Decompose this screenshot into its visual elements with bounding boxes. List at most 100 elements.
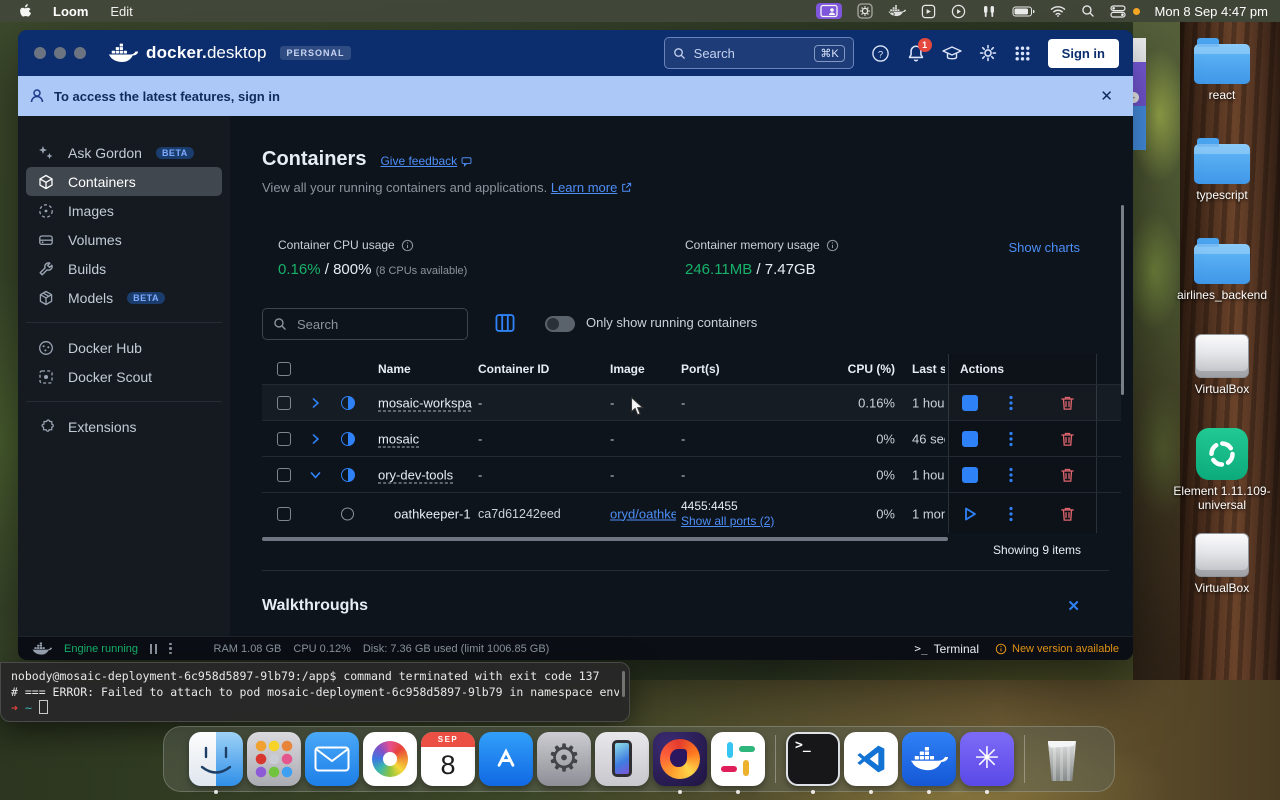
desktop-icon-virtualbox-1[interactable]: VirtualBox	[1162, 328, 1280, 396]
banner-close-icon[interactable]: ✕	[1100, 87, 1113, 105]
terminal-button[interactable]: >_ Terminal	[914, 642, 979, 656]
table-row-child[interactable]: oathkeeper-1 ca7d61242eed oryd/oathke 44…	[262, 492, 1121, 534]
global-search-input[interactable]	[691, 44, 809, 62]
apple-menu-icon[interactable]	[18, 3, 31, 19]
battery-icon[interactable]	[1012, 6, 1035, 17]
learning-center-button[interactable]	[941, 45, 962, 62]
sidebar-item-models[interactable]: Models BETA	[26, 283, 222, 312]
container-name-link[interactable]: ory-dev-tools	[378, 468, 453, 483]
desktop-icon-element[interactable]: Element 1.11.109-universal	[1162, 428, 1280, 513]
dock-firefox[interactable]	[653, 732, 707, 794]
zoom-window-button[interactable]	[74, 47, 86, 59]
stop-button[interactable]	[962, 431, 978, 447]
container-search[interactable]	[262, 308, 468, 340]
dock-trash[interactable]	[1035, 732, 1089, 786]
info-icon[interactable]	[401, 239, 414, 252]
wifi-icon[interactable]	[1050, 5, 1066, 17]
stop-button[interactable]	[962, 395, 978, 411]
expand-chevron-icon[interactable]	[309, 397, 322, 410]
container-name[interactable]: oathkeeper-1	[394, 506, 471, 521]
table-row[interactable]: mosaic - - - 0% 46 sec	[262, 420, 1121, 457]
delete-button[interactable]	[1060, 431, 1075, 447]
desktop-icon-typescript[interactable]: typescript	[1162, 136, 1280, 202]
global-search[interactable]: ⌘K	[663, 37, 854, 69]
terminal-scrollbar[interactable]	[622, 671, 625, 697]
container-name-link[interactable]: mosaic	[378, 432, 419, 447]
docker-menubar-icon[interactable]	[888, 4, 906, 18]
dock-vscode[interactable]	[844, 732, 898, 794]
active-app-name[interactable]: Loom	[53, 4, 88, 19]
expand-chevron-icon[interactable]	[309, 433, 322, 446]
show-charts-link[interactable]: Show charts	[1008, 240, 1080, 255]
engine-status[interactable]: Engine running	[64, 643, 138, 655]
airpods-icon[interactable]	[981, 5, 997, 18]
sidebar-item-ask-gordon[interactable]: Ask Gordon BETA	[26, 138, 222, 167]
container-search-input[interactable]	[295, 315, 457, 333]
terminal-window[interactable]: nobody@mosaic-deployment-6c958d5897-9lb7…	[0, 662, 630, 722]
desktop-icon-react[interactable]: react	[1162, 36, 1280, 102]
row-checkbox[interactable]	[277, 396, 291, 410]
dock-calendar[interactable]: SEP 8	[421, 732, 475, 786]
menu-item-edit[interactable]: Edit	[110, 4, 132, 19]
dock-photos[interactable]	[363, 732, 417, 786]
sign-in-button[interactable]: Sign in	[1047, 38, 1119, 68]
column-ports[interactable]: Port(s)	[681, 362, 720, 376]
row-menu-icon[interactable]	[1009, 395, 1013, 411]
desktop-icon-virtualbox-2[interactable]: VirtualBox	[1162, 527, 1280, 595]
column-name[interactable]: Name	[378, 362, 411, 376]
settings-gear-button[interactable]	[979, 44, 997, 62]
dock-app-store[interactable]	[479, 732, 533, 786]
menu-bar-clock[interactable]: Mon 8 Sep 4:47 pm	[1155, 4, 1268, 19]
start-button[interactable]	[962, 506, 978, 522]
settings-menubar-icon[interactable]	[856, 3, 873, 19]
row-menu-icon[interactable]	[1009, 431, 1013, 447]
column-last-started[interactable]: Last s	[912, 362, 945, 376]
dock-loom[interactable]	[960, 732, 1014, 794]
container-name-link[interactable]: mosaic-workspa	[378, 396, 472, 411]
spotlight-search-icon[interactable]	[1081, 4, 1095, 18]
column-cpu[interactable]: CPU (%)	[812, 362, 895, 376]
minimize-window-button[interactable]	[54, 47, 66, 59]
notifications-bell-button[interactable]: 1	[907, 37, 932, 63]
desktop-icon-airlines-backend[interactable]: airlines_backend	[1162, 236, 1280, 302]
sidebar-item-docker-hub[interactable]: Docker Hub	[26, 333, 222, 362]
vertical-scrollbar[interactable]	[1121, 205, 1124, 395]
learn-more-link[interactable]: Learn more	[551, 180, 617, 195]
screen-sharing-icon[interactable]	[815, 3, 842, 19]
stop-button[interactable]	[962, 467, 978, 483]
row-menu-icon[interactable]	[1009, 506, 1013, 521]
sidebar-item-extensions[interactable]: Extensions	[26, 412, 222, 441]
apps-grid-button[interactable]	[1014, 45, 1031, 62]
sidebar-item-docker-scout[interactable]: Docker Scout	[26, 362, 222, 391]
walkthroughs-close-icon[interactable]: ✕	[1067, 597, 1080, 615]
select-all-checkbox[interactable]	[277, 362, 291, 376]
engine-menu-icon[interactable]	[169, 642, 172, 655]
column-container-id[interactable]: Container ID	[478, 362, 549, 376]
row-menu-icon[interactable]	[1009, 467, 1013, 483]
dock-slack[interactable]	[711, 732, 765, 794]
delete-button[interactable]	[1060, 467, 1075, 483]
running-only-toggle[interactable]	[545, 316, 575, 332]
image-link[interactable]: oryd/oathke	[610, 506, 676, 521]
table-row[interactable]: mosaic-workspa - - - 0.16% 1 hour	[262, 384, 1121, 421]
row-checkbox[interactable]	[277, 506, 291, 521]
dock-system-settings[interactable]	[537, 732, 591, 786]
horizontal-scrollbar[interactable]	[262, 537, 948, 541]
dock-launchpad[interactable]	[247, 732, 301, 786]
sidebar-item-volumes[interactable]: Volumes	[26, 225, 222, 254]
dock-docker[interactable]	[902, 732, 956, 794]
update-available-link[interactable]: New version available	[995, 643, 1119, 655]
delete-button[interactable]	[1060, 506, 1075, 522]
dock-finder[interactable]	[189, 732, 243, 794]
sidebar-item-images[interactable]: Images	[26, 196, 222, 225]
close-window-button[interactable]	[34, 47, 46, 59]
delete-button[interactable]	[1060, 395, 1075, 411]
collapse-chevron-icon[interactable]	[309, 469, 322, 482]
play-circle-icon[interactable]	[951, 4, 966, 19]
control-center-icon[interactable]	[1109, 4, 1126, 18]
column-image[interactable]: Image	[610, 362, 676, 376]
table-row[interactable]: ory-dev-tools - - - 0% 1 hour	[262, 456, 1121, 493]
dock-mail[interactable]	[305, 732, 359, 786]
show-all-ports-link[interactable]: Show all ports (2)	[681, 514, 774, 528]
row-checkbox[interactable]	[277, 468, 291, 482]
